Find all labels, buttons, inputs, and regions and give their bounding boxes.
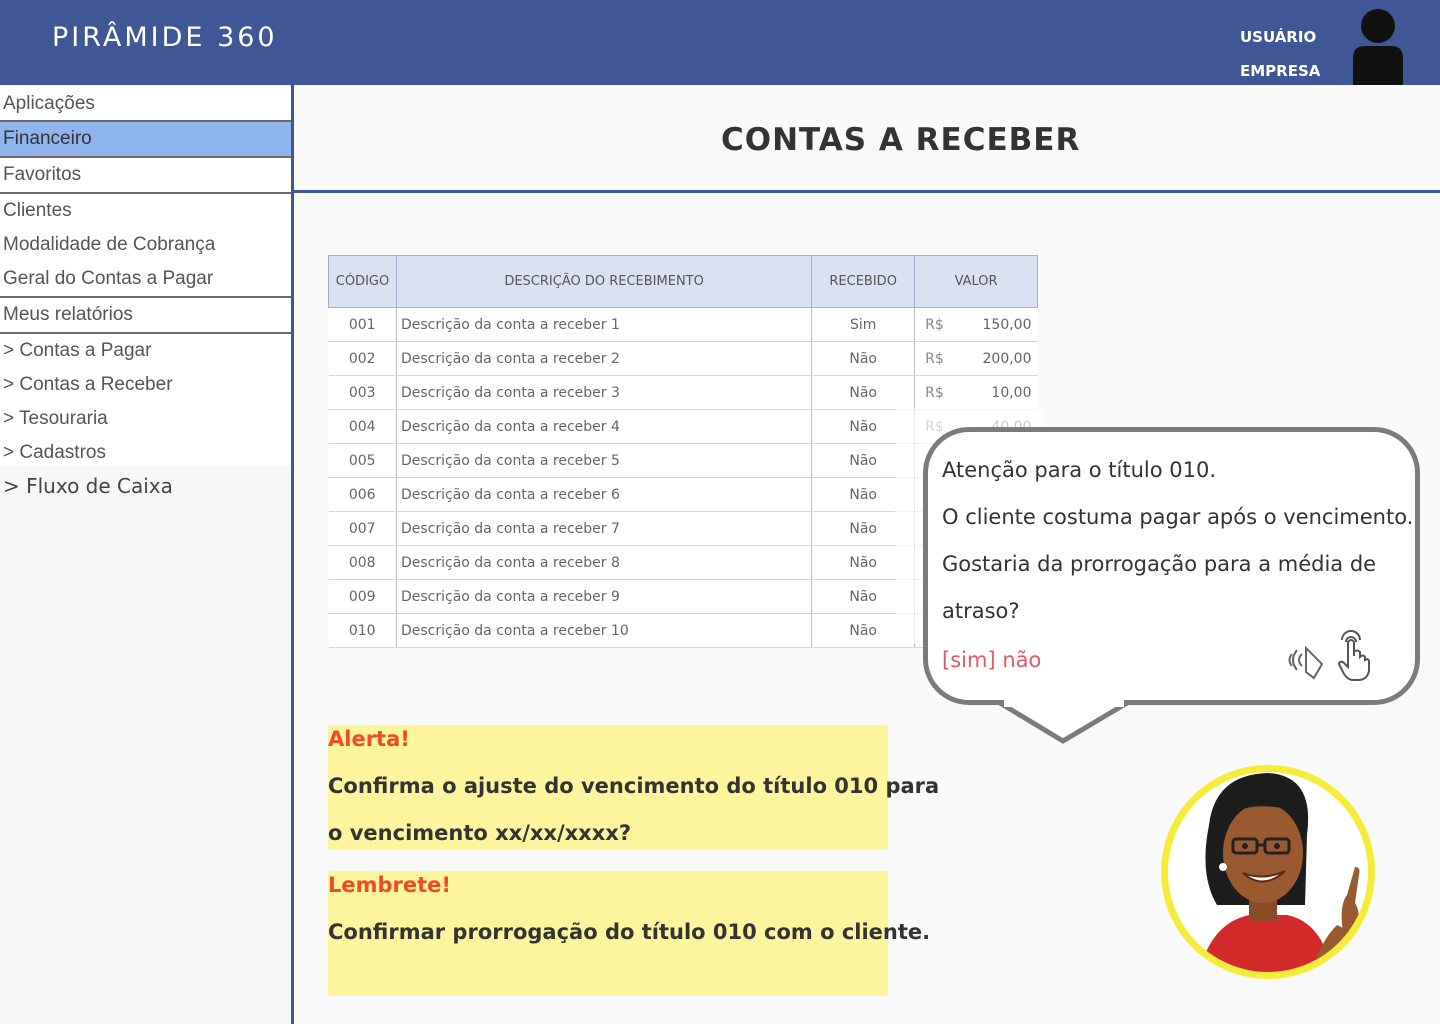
column-header-descricao[interactable]: DESCRIÇÃO DO RECEBIMENTO xyxy=(395,255,813,308)
assistant-line-2: O cliente costuma pagar após o venciment… xyxy=(942,505,1414,529)
sidebar-item-aplicacoes[interactable]: Aplicações xyxy=(0,87,291,122)
speaker-icon[interactable] xyxy=(1286,640,1328,680)
cell-descricao: Descrição da conta a receber 7 xyxy=(395,511,812,546)
alert-line-1: Confirma o ajuste do vencimento do títul… xyxy=(328,774,940,798)
sidebar-item-favoritos[interactable]: Favoritos xyxy=(0,158,291,194)
table-header-row: CÓDIGO DESCRIÇÃO DO RECEBIMENTO RECEBIDO… xyxy=(328,255,1038,308)
page-title: CONTAS A RECEBER xyxy=(721,122,1081,158)
assistant-line-4: atraso? xyxy=(942,599,1020,623)
column-header-codigo[interactable]: CÓDIGO xyxy=(328,255,397,308)
reminder-line-1: Confirmar prorrogação do título 010 com … xyxy=(328,920,931,944)
cell-currency: R$ xyxy=(925,384,944,401)
tap-hand-icon[interactable] xyxy=(1332,630,1372,682)
cell-codigo: 004 xyxy=(328,409,397,444)
app-header: PIRÂMIDE 360 USUÁRIO EMPRESA xyxy=(0,0,1440,85)
sidebar-item-cadastros[interactable]: > Cadastros xyxy=(0,436,291,466)
user-avatar-icon[interactable] xyxy=(1353,8,1403,85)
cell-recebido: Não xyxy=(811,341,915,376)
cell-valor: R$ 10,00 xyxy=(914,375,1038,410)
column-header-recebido[interactable]: RECEBIDO xyxy=(811,255,916,308)
cell-descricao: Descrição da conta a receber 2 xyxy=(395,341,812,376)
user-info[interactable]: USUÁRIO EMPRESA xyxy=(1240,20,1320,88)
cell-descricao: Descrição da conta a receber 8 xyxy=(395,545,812,580)
sidebar-item-financeiro[interactable]: Financeiro xyxy=(0,122,291,158)
sidebar-item-meus-relatorios[interactable]: Meus relatórios xyxy=(0,298,291,334)
assistant-line-3: Gostaria da prorrogação para a média de xyxy=(942,552,1377,576)
reminder-title: Lembrete! xyxy=(328,873,451,897)
sidebar-item-contas-pagar[interactable]: > Contas a Pagar xyxy=(0,334,291,368)
sidebar-item-clientes[interactable]: Clientes xyxy=(0,194,291,228)
sidebar-item-fluxo-caixa[interactable]: > Fluxo de Caixa xyxy=(0,469,291,503)
cell-valor: R$ 200,00 xyxy=(914,341,1038,376)
alert-title: Alerta! xyxy=(328,727,410,751)
cell-codigo: 006 xyxy=(328,477,397,512)
option-no-button[interactable]: não xyxy=(1002,648,1041,672)
cell-codigo: 009 xyxy=(328,579,397,614)
cell-descricao: Descrição da conta a receber 1 xyxy=(395,307,812,342)
cell-amount: 150,00 xyxy=(982,316,1032,333)
sidebar-item-geral-contas-pagar[interactable]: Geral do Contas a Pagar xyxy=(0,262,291,298)
cell-codigo: 010 xyxy=(328,613,397,648)
cell-codigo: 008 xyxy=(328,545,397,580)
cell-descricao: Descrição da conta a receber 10 xyxy=(395,613,812,648)
cell-descricao: Descrição da conta a receber 6 xyxy=(395,477,812,512)
cell-amount: 10,00 xyxy=(991,384,1032,401)
cell-valor: R$ 150,00 xyxy=(914,307,1038,342)
sidebar: Aplicações Financeiro Favoritos Clientes… xyxy=(0,85,294,1024)
assistant-line-1: Atenção para o título 010. xyxy=(942,458,1217,482)
cell-codigo: 005 xyxy=(328,443,397,478)
cell-descricao: Descrição da conta a receber 9 xyxy=(395,579,812,614)
alert-panel: Alerta! Confirma o ajuste do vencimento … xyxy=(328,725,939,850)
cell-codigo: 003 xyxy=(328,375,397,410)
cell-recebido: Não xyxy=(811,375,915,410)
assistant-options: [sim] não xyxy=(942,648,1041,672)
table-row[interactable]: 003 Descrição da conta a receber 3 Não R$ 10… xyxy=(328,375,1038,410)
speech-bubble-join xyxy=(1004,695,1124,707)
cell-currency: R$ xyxy=(925,350,944,367)
option-yes-button[interactable]: [sim] xyxy=(942,648,996,672)
sidebar-item-tesouraria[interactable]: > Tesouraria xyxy=(0,402,291,436)
table-row[interactable]: 002 Descrição da conta a receber 2 Não R$ 20… xyxy=(328,341,1038,376)
app-brand[interactable]: PIRÂMIDE 360 xyxy=(52,22,278,53)
cell-currency: R$ xyxy=(925,316,944,333)
assistant-avatar[interactable] xyxy=(1157,755,1379,987)
alert-line-2: o vencimento xx/xx/xxxx? xyxy=(328,821,632,845)
column-header-valor[interactable]: VALOR xyxy=(914,255,1038,308)
cell-descricao: Descrição da conta a receber 4 xyxy=(395,409,812,444)
sidebar-item-modalidade-cobranca[interactable]: Modalidade de Cobrança xyxy=(0,228,291,262)
cell-descricao: Descrição da conta a receber 5 xyxy=(395,443,812,478)
cell-codigo: 002 xyxy=(328,341,397,376)
user-name: USUÁRIO xyxy=(1240,28,1317,46)
user-company: EMPRESA xyxy=(1240,62,1321,80)
cell-recebido: Sim xyxy=(811,307,915,342)
cell-amount: 200,00 xyxy=(982,350,1032,367)
cell-codigo: 007 xyxy=(328,511,397,546)
sidebar-item-contas-receber[interactable]: > Contas a Receber xyxy=(0,368,291,402)
table-row[interactable]: 001 Descrição da conta a receber 1 Sim R$ 15… xyxy=(328,307,1038,342)
reminder-panel: Lembrete! Confirmar prorrogação do títul… xyxy=(328,871,930,996)
cell-codigo: 001 xyxy=(328,307,397,342)
cell-descricao: Descrição da conta a receber 3 xyxy=(395,375,812,410)
